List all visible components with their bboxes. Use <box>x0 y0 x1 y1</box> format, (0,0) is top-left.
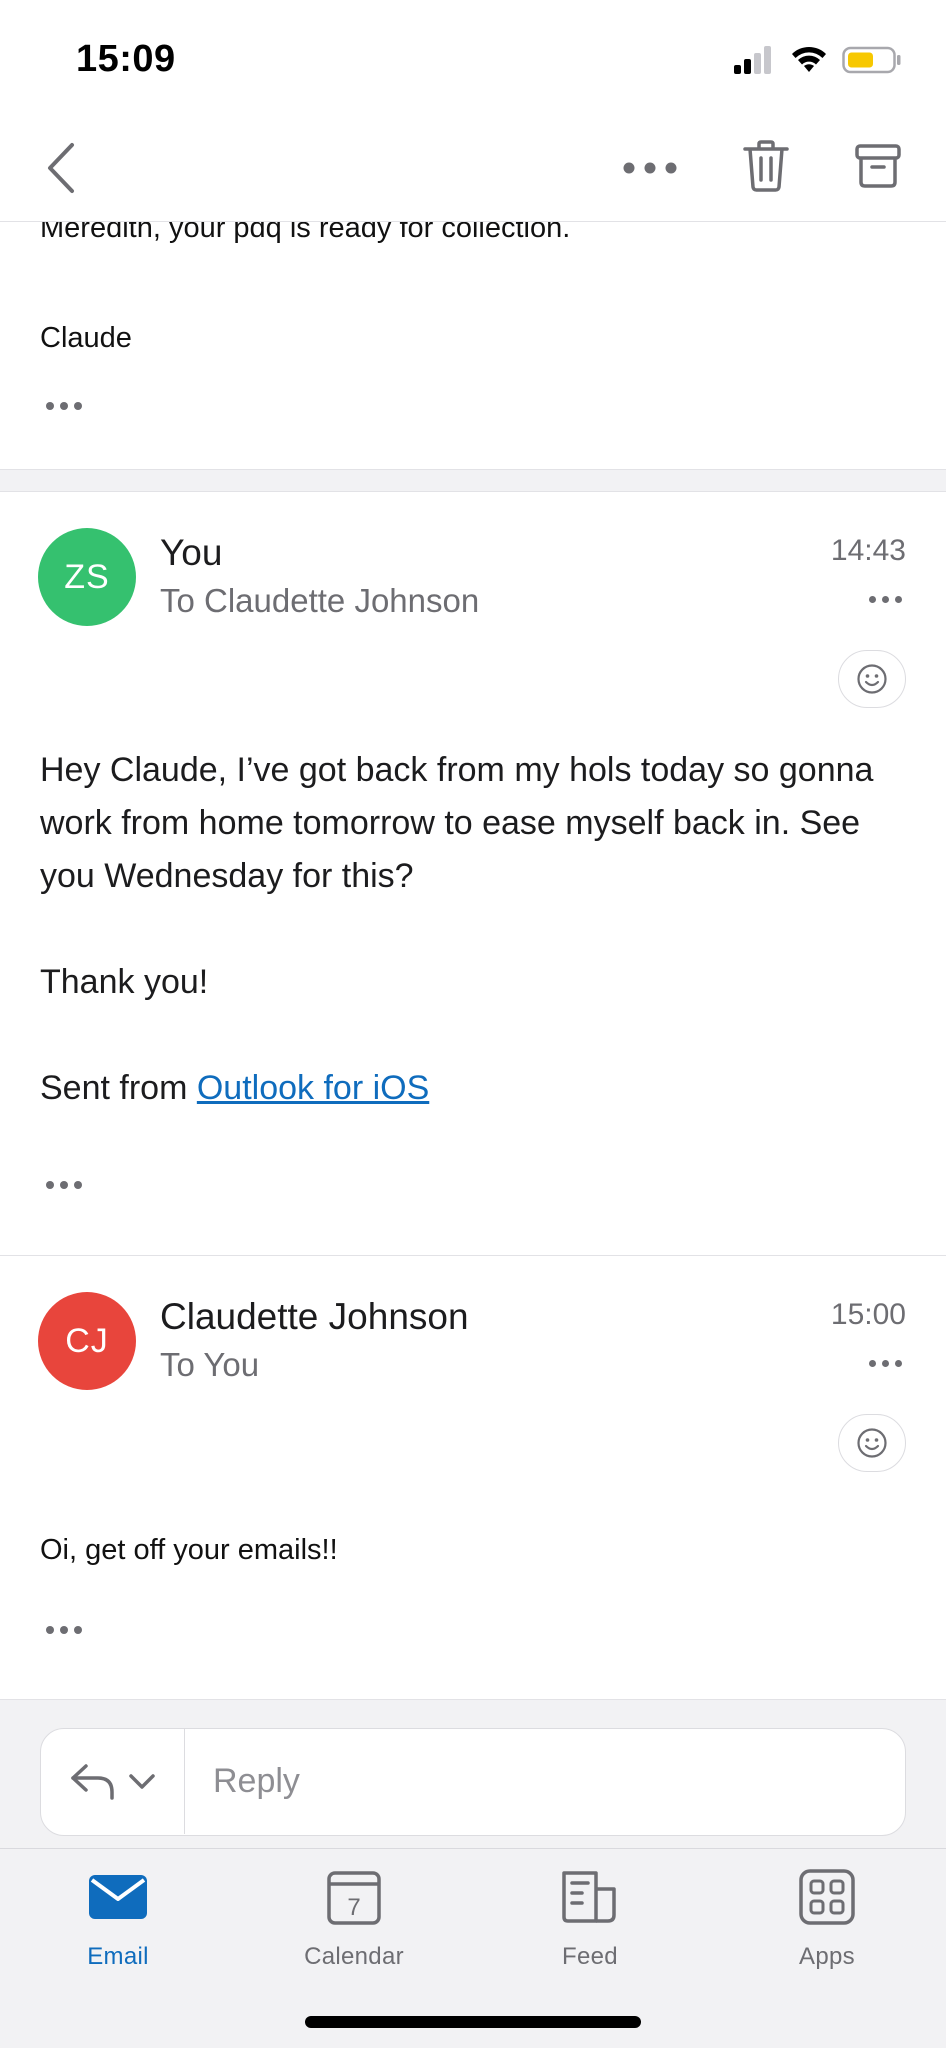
status-icons <box>732 42 902 78</box>
message-body: Oi, get off your emails!! <box>40 1534 338 1566</box>
home-indicator[interactable] <box>305 2016 641 2028</box>
reply-options-button[interactable] <box>41 1729 185 1834</box>
cellular-signal-icon <box>734 46 771 74</box>
avatar-initials: CJ <box>65 1321 109 1360</box>
tab-email[interactable]: Email <box>38 1865 198 1985</box>
message-more-button[interactable] <box>869 596 902 603</box>
message-card[interactable]: CJ Claudette Johnson To You 15:00 Oi, ge… <box>0 1255 946 1700</box>
calendar-icon: 7 <box>322 1865 386 1929</box>
outlook-for-ios-link[interactable]: Outlook for iOS <box>197 1069 429 1107</box>
previous-message[interactable]: Meredith, your pdq is ready for collecti… <box>0 222 946 470</box>
show-quoted-text-button[interactable] <box>46 402 82 410</box>
avatar-initials: ZS <box>64 557 110 596</box>
chevron-left-icon <box>48 143 74 193</box>
wifi-icon <box>792 46 826 72</box>
reaction-button[interactable] <box>838 650 906 708</box>
avatar: CJ <box>38 1292 136 1390</box>
mail-icon <box>86 1865 150 1929</box>
archive-icon <box>855 144 901 188</box>
smiley-icon <box>857 664 887 694</box>
message-separator <box>0 470 946 492</box>
apps-grid-icon <box>795 1865 859 1929</box>
status-bar: 15:09 <box>0 0 946 110</box>
message-time: 15:00 <box>830 1298 906 1331</box>
more-horizontal-icon <box>623 162 677 174</box>
reaction-button[interactable] <box>838 1414 906 1472</box>
recipient-line: To Claudette Johnson <box>160 582 480 619</box>
message-time: 14:43 <box>830 534 906 567</box>
avatar: ZS <box>38 528 136 626</box>
back-button[interactable] <box>36 140 86 196</box>
battery-icon <box>842 46 901 74</box>
reply-arrow-icon <box>70 1763 114 1800</box>
archive-button[interactable] <box>852 138 904 194</box>
conversation-thread[interactable]: Meredith, your pdq is ready for collecti… <box>0 222 946 1848</box>
more-options-button[interactable] <box>620 140 680 196</box>
sent-from-line: Sent from Outlook for iOS <box>40 1062 910 1115</box>
tab-label: Calendar <box>304 1943 404 1970</box>
sender-name: Claudette Johnson <box>160 1296 469 1337</box>
tab-label: Email <box>87 1943 149 1970</box>
navigation-bar <box>0 110 946 222</box>
reply-input[interactable]: Reply <box>213 1729 300 1834</box>
tab-label: Apps <box>799 1943 855 1970</box>
show-quoted-text-button[interactable] <box>46 1626 82 1634</box>
sender-name: You <box>160 532 223 573</box>
delete-button[interactable] <box>740 136 792 196</box>
reply-bar: Reply <box>0 1700 946 1848</box>
feed-icon <box>558 1865 622 1929</box>
message-paragraph: Hey Claude, I’ve got back from my hols t… <box>40 751 874 895</box>
message-paragraph: Thank you! <box>40 963 209 1001</box>
tab-calendar[interactable]: 7 Calendar <box>274 1865 434 1985</box>
reply-box[interactable]: Reply <box>40 1728 906 1836</box>
tab-bar: Email 7 Calendar Feed Apps <box>0 1848 946 2048</box>
message-card[interactable]: ZS You To Claudette Johnson 14:43 Hey Cl… <box>0 491 946 1257</box>
status-time: 15:09 <box>76 38 176 80</box>
show-quoted-text-button[interactable] <box>46 1181 82 1189</box>
recipient-line: To You <box>160 1346 260 1383</box>
chevron-down-icon <box>128 1773 155 1789</box>
message-more-button[interactable] <box>869 1360 902 1367</box>
sent-from-prefix: Sent from <box>40 1069 197 1107</box>
tab-feed[interactable]: Feed <box>510 1865 670 1985</box>
tab-apps[interactable]: Apps <box>747 1865 907 1985</box>
smiley-icon <box>857 1428 887 1458</box>
message-body: Hey Claude, I’ve got back from my hols t… <box>40 744 910 1115</box>
message-signature: Claude <box>40 322 132 354</box>
calendar-day: 7 <box>347 1894 360 1921</box>
tab-label: Feed <box>562 1943 618 1970</box>
trash-icon <box>743 140 789 192</box>
message-body-line: Meredith, your pdq is ready for collecti… <box>40 222 571 244</box>
